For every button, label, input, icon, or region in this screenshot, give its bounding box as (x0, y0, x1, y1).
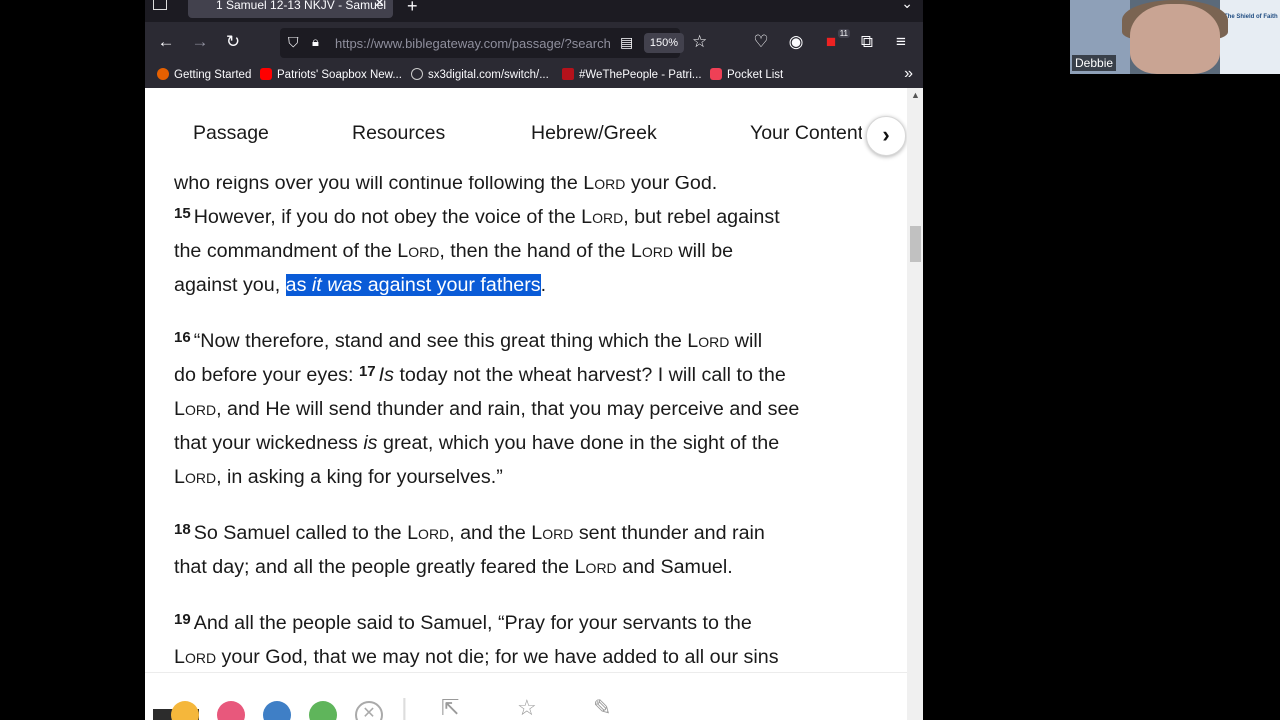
verse-number: 19 (174, 611, 191, 628)
extension-icon[interactable]: ■ 11 (820, 29, 850, 52)
active-tab[interactable]: 1 Samuel 12-13 NKJV - Samuel ✕ (188, 0, 393, 18)
bookmark-star-icon[interactable]: ☆ (692, 32, 707, 52)
tab-bar: 1 Samuel 12-13 NKJV - Samuel ✕ + ⌄ (145, 0, 923, 22)
highlight-yellow-button[interactable] (171, 701, 199, 720)
bookmarks-toolbar: Getting Started Patriots' Soapbox New...… (145, 64, 923, 88)
page-scrollbar[interactable]: ▲ (907, 88, 923, 720)
selected-text[interactable]: as it was against your fathers (285, 274, 541, 296)
verse-19: 19 And all the people said to Samuel, “Pr… (174, 611, 752, 634)
back-icon[interactable]: ← (155, 32, 177, 52)
verse-number: 18 (174, 521, 191, 538)
globe-icon (411, 68, 423, 80)
zoom-level-badge[interactable]: 150% (644, 33, 684, 53)
web-page: who reigns over you will continue follow… (145, 88, 923, 720)
highlight-green-button[interactable] (309, 701, 337, 720)
lock-icon[interactable]: 🔒︎ (312, 34, 319, 50)
highlight-blue-button[interactable] (263, 701, 291, 720)
tab-passage[interactable]: Passage (193, 122, 269, 145)
extension-badge: 11 (837, 29, 850, 38)
tab-resources[interactable]: Resources (352, 122, 445, 145)
pocket-icon[interactable]: ♡ (750, 32, 772, 52)
tab-your-content[interactable]: Your Content (750, 122, 862, 145)
passage-line: Lord, and He will send thunder and rain,… (174, 398, 800, 420)
note-edit-icon[interactable]: ✎ (593, 695, 611, 720)
share-icon[interactable]: ⇱ (441, 695, 459, 720)
youtube-icon (260, 68, 272, 80)
menu-icon[interactable]: ≡ (890, 32, 912, 52)
site-icon (562, 68, 574, 80)
passage-line: that your wickedness is great, which you… (174, 432, 780, 454)
forward-icon[interactable]: → (189, 32, 211, 52)
highlight-pink-button[interactable] (217, 701, 245, 720)
browser-window: 1 Samuel 12-13 NKJV - Samuel ✕ + ⌄ ← → ↻… (145, 0, 923, 720)
firefox-view-icon[interactable] (153, 0, 167, 10)
firefox-icon (157, 68, 169, 80)
scroll-thumb[interactable] (910, 226, 921, 262)
verse-number: 15 (174, 205, 191, 222)
pocket-icon (710, 68, 722, 80)
tab-title: 1 Samuel 12-13 NKJV - Samuel (216, 0, 387, 12)
verse-17: do before your eyes: 17 Is today not the … (174, 363, 786, 386)
tab-hebrew-greek[interactable]: Hebrew/Greek (531, 122, 657, 145)
close-icon[interactable]: ✕ (374, 0, 385, 9)
navigation-toolbar: ← → ↻ ⛉ 🔒︎ https://www.biblegateway.com/… (145, 22, 923, 64)
person-face (1130, 4, 1220, 74)
reload-icon[interactable]: ↻ (222, 32, 244, 52)
scroll-up-icon[interactable]: ▲ (911, 90, 920, 100)
passage-line: Lord, in asking a king for yourselves.” (174, 466, 503, 488)
bookmark-pocket-list[interactable]: Pocket List (710, 68, 783, 81)
profile-icon[interactable]: ◉ (785, 32, 807, 52)
verse-number: 17 (358, 363, 376, 380)
bookmark-wethepeople[interactable]: #WeThePeople - Patri... (562, 68, 702, 81)
passage-tab-bar: Passage Resources Hebrew/Greek Your Cont… (145, 88, 923, 176)
shield-icon[interactable]: ⛉ (288, 34, 299, 51)
slide-title: The Shield of Faith (1224, 14, 1278, 20)
extensions-puzzle-icon[interactable]: ⧉ (856, 32, 878, 52)
verse-number: 16 (174, 329, 191, 346)
webcam-feed: The Shield of Faith Debbie (1070, 0, 1280, 74)
bookmark-sx3digital[interactable]: sx3digital.com/switch/... (411, 68, 549, 81)
chevron-right-icon[interactable]: › (866, 116, 906, 156)
verse-18: 18 So Samuel called to the Lord, and the … (174, 521, 765, 544)
passage-line: that day; and all the people greatly fea… (174, 556, 733, 578)
bookmark-getting-started[interactable]: Getting Started (157, 68, 251, 81)
screen: 1 Samuel 12-13 NKJV - Samuel ✕ + ⌄ ← → ↻… (0, 0, 1280, 720)
new-tab-icon[interactable]: + (407, 0, 418, 17)
passage-line: the commandment of the Lord, then the ha… (174, 240, 734, 262)
highlight-toolbar: ✕ | ⇱ ☆ ✎ (145, 672, 907, 720)
clear-highlight-icon[interactable]: ✕ (355, 701, 383, 720)
divider: | (401, 693, 408, 720)
bookmark-patriots-soapbox[interactable]: Patriots' Soapbox New... (260, 68, 402, 81)
slide-preview: The Shield of Faith (1220, 0, 1280, 74)
star-icon[interactable]: ☆ (517, 695, 537, 720)
verse-16: 16 “Now therefore, stand and see this gre… (174, 329, 763, 352)
address-bar[interactable]: ⛉ 🔒︎ https://www.biblegateway.com/passag… (280, 28, 707, 58)
verse-15: 15 However, if you do not obey the voice … (174, 205, 780, 228)
reader-view-icon[interactable]: ▤ (620, 34, 633, 51)
chevron-down-icon[interactable]: ⌄ (901, 0, 913, 12)
url-text[interactable]: https://www.biblegateway.com/passage/?se… (335, 36, 610, 51)
chevron-double-right-icon[interactable]: » (904, 65, 913, 83)
participant-name: Debbie (1072, 55, 1117, 71)
passage-line: Lord your God, that we may not die; for … (174, 646, 779, 668)
passage-line: against you, as it was against your fath… (174, 274, 547, 296)
